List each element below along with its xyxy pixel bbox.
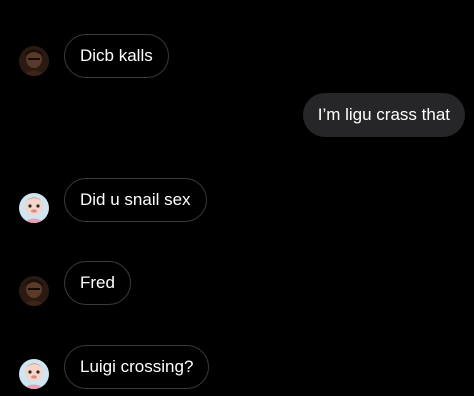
message-text: I’m ligu crass that [317, 105, 450, 124]
message-bubble-incoming[interactable]: Luigi crossing? [64, 345, 210, 389]
dark-portrait-icon [19, 46, 49, 76]
message-bubble-incoming[interactable]: Fred [64, 261, 131, 305]
message-bubble-incoming[interactable]: Dicb kalls [64, 34, 169, 78]
cartoon-character-icon [19, 193, 49, 223]
message-text: Fred [80, 273, 115, 292]
avatar[interactable] [19, 193, 49, 223]
message-bubble-outgoing[interactable]: I’m ligu crass that [302, 93, 465, 137]
message-text: Did u snail sex [80, 190, 191, 209]
message-text: Dicb kalls [80, 46, 153, 65]
avatar[interactable] [19, 46, 49, 76]
message-bubble-incoming[interactable]: Did u snail sex [64, 178, 207, 222]
avatar[interactable] [19, 276, 49, 306]
dark-portrait-icon [19, 276, 49, 306]
message-text: Luigi crossing? [80, 357, 194, 376]
avatar[interactable] [19, 359, 49, 389]
cartoon-character-icon [19, 359, 49, 389]
